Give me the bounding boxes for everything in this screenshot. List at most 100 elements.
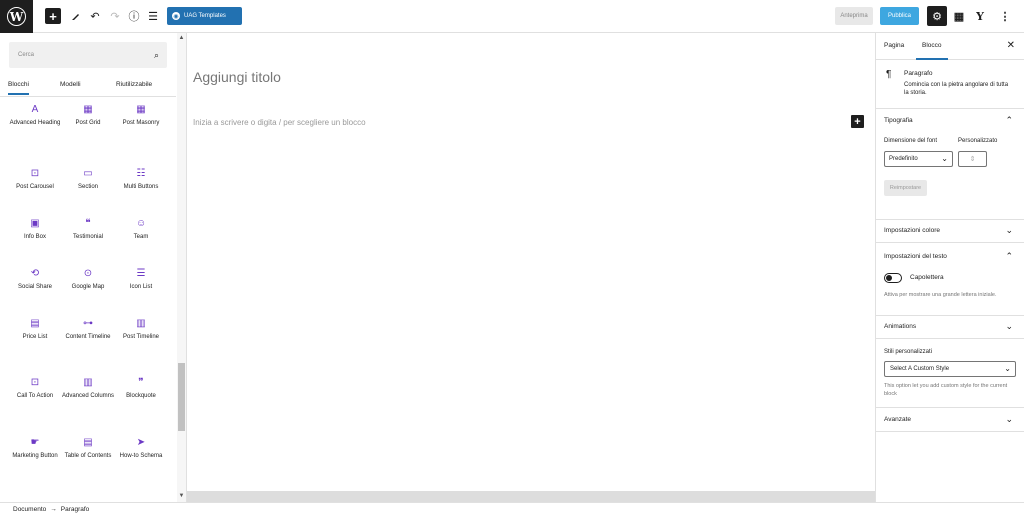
settings-sidebar: Pagina Blocco ✕ ¶ Paragrafo Comincia con… (875, 33, 1024, 502)
chevron-up-icon: ⌃ (1005, 115, 1013, 125)
options-menu-button[interactable]: ⋮ (997, 8, 1013, 24)
block-team[interactable]: ☺ Team (114, 219, 168, 241)
tab-block[interactable]: Blocco (916, 42, 948, 60)
dropcap-help: Attiva per mostrare una grande lettera i… (884, 292, 997, 298)
chevron-down-icon: ⌄ (1004, 364, 1011, 373)
block-label: Icon List (129, 284, 153, 290)
block-label: Price List (22, 334, 48, 340)
advanced-panel-header[interactable]: Avanzate ⌄ (876, 408, 1024, 432)
color-settings-panel-header[interactable]: Impostazioni colore ⌄ (876, 219, 1024, 243)
block-call-to-action[interactable]: ⊡ Call To Action (8, 378, 62, 400)
post-title-input[interactable]: Aggiungi titolo (193, 69, 281, 85)
block-section[interactable]: ▭ Section (61, 169, 115, 191)
block-how-to-schema[interactable]: ➤ How-to Schema (114, 438, 168, 460)
panel-title: Avanzate (884, 416, 911, 423)
breadcrumb-document[interactable]: Documento (13, 506, 46, 513)
scroll-down-icon[interactable]: ▼ (177, 493, 186, 499)
panel-title: Impostazioni del testo (884, 253, 947, 260)
block-advanced-heading[interactable]: A Advanced Heading (8, 105, 62, 127)
block-advanced-columns[interactable]: ▥ Advanced Columns (61, 378, 115, 400)
block-marketing-button[interactable]: ☛ Marketing Button (8, 438, 62, 460)
list-view-button[interactable]: ☰ (145, 8, 161, 24)
tools-button[interactable] (68, 8, 84, 24)
search-placeholder: Cerca (18, 52, 35, 58)
paragraph-block-input[interactable]: Inizia a scrivere o digita / per sceglie… (193, 118, 366, 127)
chevron-up-icon: ⌃ (1005, 251, 1013, 261)
add-block-button[interactable]: + (45, 8, 61, 24)
redo-button[interactable]: ↷ (107, 8, 123, 24)
tab-page[interactable]: Pagina (884, 42, 904, 49)
uag-panel-button[interactable]: ▦ (951, 8, 967, 24)
gear-icon: ⚙ (932, 10, 942, 23)
reset-button[interactable]: Reimpostare (884, 180, 927, 196)
scroll-up-icon[interactable]: ▲ (177, 35, 186, 41)
block-label: Post Masonry (122, 120, 160, 126)
uag-templates-button[interactable]: ◉ UAG Templates (167, 7, 242, 25)
block-blockquote[interactable]: ❞ Blockquote (114, 378, 168, 400)
settings-button[interactable]: ⚙ (927, 6, 947, 26)
buttons-icon: ☷ (136, 168, 146, 179)
dropcap-toggle[interactable] (884, 273, 902, 283)
paragraph-icon: ¶ (886, 69, 892, 80)
editor-horizontal-scrollbar[interactable] (187, 491, 875, 502)
font-size-value: Predefinito (889, 156, 918, 162)
custom-styles-label: Stili personalizzati (884, 349, 933, 355)
scroll-thumb[interactable] (178, 363, 185, 431)
preview-button[interactable]: Anteprima (835, 7, 873, 25)
details-button[interactable]: ⓘ (126, 8, 142, 24)
toc-icon: ▤ (83, 437, 93, 448)
masonry-icon: ▦ (136, 104, 146, 115)
list-icon: ☰ (136, 268, 146, 279)
chevron-down-icon: ⌄ (1005, 414, 1013, 424)
info-box-icon: ▣ (30, 218, 40, 229)
tab-patterns[interactable]: Modelli (60, 81, 81, 88)
top-toolbar: W + ↶ ↷ ⓘ ☰ ◉ UAG Templates Anteprima Pu… (0, 0, 1024, 33)
block-post-carousel[interactable]: ⊡ Post Carousel (8, 169, 62, 191)
panel-title: Impostazioni colore (884, 227, 940, 234)
block-table-of-contents[interactable]: ▤ Table of Contents (61, 438, 115, 460)
block-multi-buttons[interactable]: ☷ Multi Buttons (114, 169, 168, 191)
text-settings-panel-header[interactable]: Impostazioni del testo ⌃ (876, 245, 1024, 269)
animations-panel-header[interactable]: Animations ⌄ (876, 315, 1024, 339)
tab-blocks[interactable]: Blocchi (8, 81, 29, 95)
block-social-share[interactable]: ⟲ Social Share (8, 269, 62, 291)
block-content-timeline[interactable]: ⊶ Content Timeline (61, 319, 115, 341)
undo-button[interactable]: ↶ (87, 8, 103, 24)
block-post-grid[interactable]: ▦ Post Grid (61, 105, 115, 127)
typography-panel-header[interactable]: Tipografia ⌃ (876, 109, 1024, 133)
section-icon: ▭ (83, 168, 93, 179)
block-label: Advanced Heading (9, 120, 61, 126)
publish-button[interactable]: Pubblica (880, 7, 919, 25)
uag-logo-icon: ◉ (172, 12, 180, 20)
wordpress-logo-button[interactable]: W (0, 0, 33, 33)
custom-font-size-input[interactable]: ⇕ (958, 151, 987, 167)
block-post-masonry[interactable]: ▦ Post Masonry (114, 105, 168, 127)
block-price-list[interactable]: ▤ Price List (8, 319, 62, 341)
yoast-seo-button[interactable]: Y (972, 8, 988, 24)
block-label: Content Timeline (65, 334, 111, 340)
more-vertical-icon: ⋮ (999, 10, 1011, 23)
breadcrumb: Documento → Paragrafo (0, 502, 1024, 515)
block-post-timeline[interactable]: ▥ Post Timeline (114, 319, 168, 341)
close-sidebar-icon[interactable]: ✕ (1007, 40, 1015, 51)
grid-panel-icon: ▦ (953, 10, 965, 23)
block-google-map[interactable]: ⊙ Google Map (61, 269, 115, 291)
inserter-scrollbar[interactable]: ▲ ▼ (177, 33, 186, 502)
breadcrumb-paragraph[interactable]: Paragrafo (61, 506, 90, 513)
testimonial-icon: ❝ (85, 218, 91, 229)
quote-icon: ❞ (138, 377, 144, 388)
font-size-select[interactable]: Predefinito ⌄ (884, 151, 953, 167)
tab-reusable[interactable]: Riutilizzabile (116, 81, 152, 88)
block-label: Post Grid (75, 120, 101, 126)
custom-style-select[interactable]: Select A Custom Style ⌄ (884, 361, 1016, 377)
inline-add-block-button[interactable]: + (851, 115, 864, 128)
block-label: Section (77, 184, 98, 190)
dropcap-label: Capolettera (910, 274, 944, 281)
block-card-description: Comincia con la pietra angolare di tutta… (904, 82, 1009, 96)
block-inserter-panel: Cerca ⌕ Blocchi Modelli Riutilizzabile A… (0, 33, 187, 502)
block-icon-list[interactable]: ☰ Icon List (114, 269, 168, 291)
block-testimonial[interactable]: ❝ Testimonial (61, 219, 115, 241)
block-info-box[interactable]: ▣ Info Box (8, 219, 62, 241)
block-label: Social Share (17, 284, 53, 290)
block-search-input[interactable]: Cerca ⌕ (9, 42, 167, 68)
